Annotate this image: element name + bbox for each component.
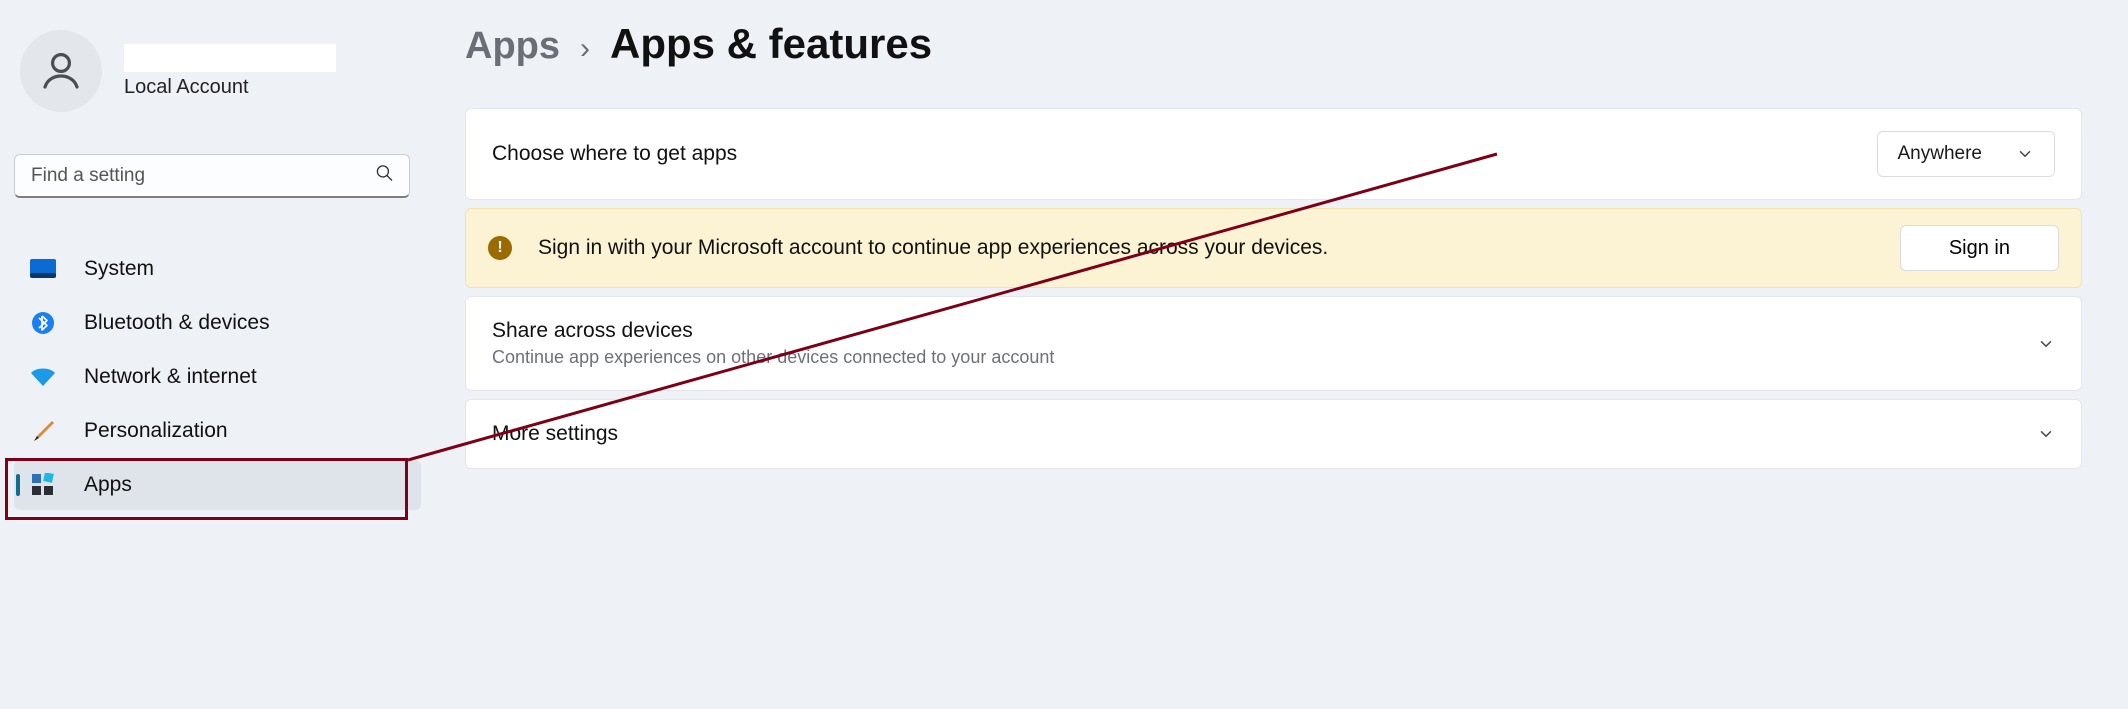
share-devices-subtitle: Continue app experiences on other device… [492, 347, 2017, 368]
nav-label: Personalization [84, 419, 228, 443]
nav-label: System [84, 257, 154, 281]
account-name-redacted [124, 44, 336, 72]
main-content: Apps › Apps & features Choose where to g… [435, 0, 2128, 709]
card-share-devices: Share across devices Continue app experi… [465, 296, 2082, 391]
chevron-down-icon [2037, 335, 2055, 353]
breadcrumb-parent[interactable]: Apps [465, 25, 560, 68]
chevron-down-icon [2037, 425, 2055, 443]
avatar [20, 30, 102, 112]
display-icon [28, 259, 58, 279]
share-devices-expander[interactable]: Share across devices Continue app experi… [466, 297, 2081, 390]
more-settings-title: More settings [492, 422, 2017, 446]
search-input[interactable] [14, 154, 410, 198]
choose-apps-label: Choose where to get apps [492, 142, 1857, 166]
card-choose-apps: Choose where to get apps Anywhere [465, 108, 2082, 200]
card-more-settings: More settings [465, 399, 2082, 469]
search-icon [375, 164, 394, 189]
nav-list: System Bluetooth & devices Network & int… [14, 244, 421, 510]
account-text: Local Account [124, 44, 336, 99]
sidebar-item-personalization[interactable]: Personalization [14, 406, 421, 456]
apps-icon [28, 473, 58, 497]
search-wrap [14, 154, 410, 198]
chevron-right-icon: › [580, 32, 590, 66]
breadcrumb: Apps › Apps & features [465, 20, 2082, 68]
sidebar-item-network[interactable]: Network & internet [14, 352, 421, 402]
banner-text: Sign in with your Microsoft account to c… [538, 236, 1874, 260]
share-devices-title: Share across devices [492, 319, 2017, 343]
dropdown-value: Anywhere [1898, 143, 1983, 165]
nav-label: Network & internet [84, 365, 257, 389]
sidebar-item-bluetooth[interactable]: Bluetooth & devices [14, 298, 421, 348]
page-title: Apps & features [610, 20, 932, 68]
info-icon: ! [488, 236, 512, 260]
more-settings-expander[interactable]: More settings [466, 400, 2081, 468]
signin-banner: ! Sign in with your Microsoft account to… [465, 208, 2082, 288]
sidebar-item-apps[interactable]: Apps [14, 460, 421, 510]
settings-sidebar: Local Account System [0, 0, 435, 709]
account-block[interactable]: Local Account [14, 24, 421, 130]
wifi-icon [28, 367, 58, 387]
person-icon [37, 47, 85, 95]
sign-in-button[interactable]: Sign in [1900, 225, 2059, 271]
account-type-label: Local Account [124, 76, 336, 99]
choose-apps-dropdown[interactable]: Anywhere [1877, 131, 2056, 177]
paintbrush-icon [28, 418, 58, 444]
sidebar-item-system[interactable]: System [14, 244, 421, 294]
chevron-down-icon [2016, 145, 2034, 163]
nav-label: Apps [84, 473, 132, 497]
bluetooth-icon [28, 311, 58, 335]
nav-label: Bluetooth & devices [84, 311, 270, 335]
